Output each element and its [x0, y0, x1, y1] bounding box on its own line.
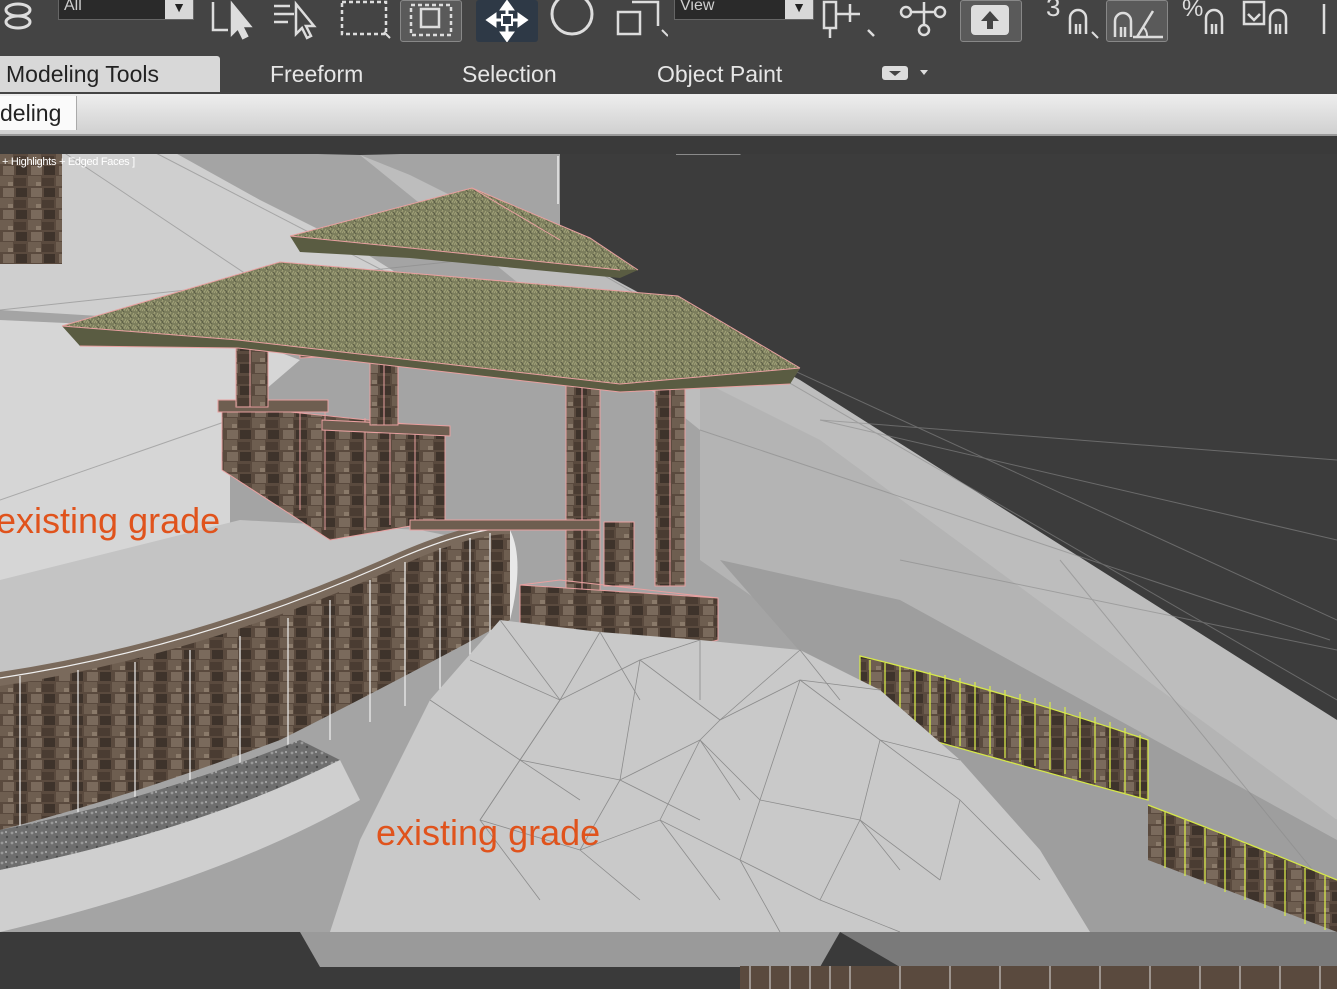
window-crossing-icon[interactable]: [400, 0, 462, 42]
ribbon-panel: deling: [0, 94, 1337, 136]
tab-object-paint[interactable]: Object Paint: [657, 56, 782, 92]
reference-coord-value: View: [680, 0, 715, 14]
lower-viewport-strip: [0, 932, 1337, 989]
ribbon-tab-bar: Modeling Tools Freeform Selection Object…: [0, 50, 1337, 94]
chevron-down-icon: ▼: [165, 0, 193, 19]
spinner-snap-icon[interactable]: [1240, 0, 1300, 40]
svg-text:%: %: [1182, 0, 1203, 22]
angle-snap-icon[interactable]: [1106, 0, 1168, 42]
ribbon-options-icon[interactable]: [880, 64, 938, 84]
annotation-existing-grade-center: existing grade: [376, 812, 601, 853]
selection-filter-value: All: [64, 0, 82, 14]
percent-snap-icon[interactable]: %: [1180, 0, 1236, 40]
annotation-existing-grade-left: existing grade: [0, 500, 221, 541]
select-by-name-icon[interactable]: [270, 0, 330, 40]
link-icon[interactable]: [0, 0, 40, 40]
main-toolbar: All ▼ View ▼ 3 %: [0, 0, 1337, 50]
use-pivot-center-icon[interactable]: [820, 0, 880, 40]
viewport-label[interactable]: + Highlights + Edged Faces ]: [2, 156, 135, 168]
keyboard-shortcut-override-icon[interactable]: [960, 0, 1022, 42]
ribbon-panel-tab-modeling[interactable]: deling: [0, 96, 77, 130]
select-and-scale-icon[interactable]: [612, 0, 668, 40]
selection-filter-dropdown[interactable]: All ▼: [58, 0, 194, 20]
rectangular-selection-icon[interactable]: [338, 0, 394, 40]
select-object-icon[interactable]: [210, 0, 260, 40]
perspective-viewport[interactable]: + Highlights + Edged Faces ] existing gr…: [0, 136, 1337, 932]
svg-text:3: 3: [1046, 0, 1060, 22]
select-and-manipulate-icon[interactable]: [896, 0, 952, 40]
select-and-move-icon[interactable]: [476, 0, 538, 43]
toolbar-overflow-icon[interactable]: [1312, 0, 1337, 40]
select-and-rotate-icon[interactable]: [548, 0, 598, 40]
reference-coord-dropdown[interactable]: View ▼: [674, 0, 814, 20]
tab-selection[interactable]: Selection: [462, 56, 557, 92]
tab-modeling-tools[interactable]: Modeling Tools: [0, 56, 220, 92]
ribbon-panel-tab-label: deling: [0, 100, 62, 126]
chevron-down-icon: ▼: [785, 0, 813, 19]
tab-freeform[interactable]: Freeform: [270, 56, 363, 92]
snaps-toggle-icon[interactable]: 3: [1040, 0, 1102, 40]
